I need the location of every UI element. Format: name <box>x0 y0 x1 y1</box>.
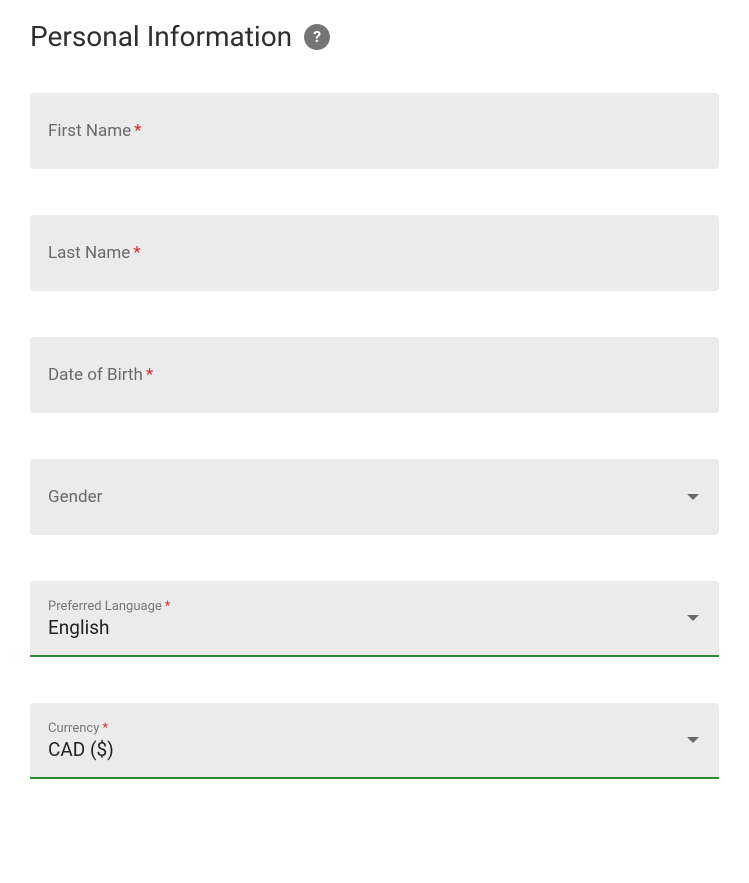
first-name-input[interactable]: First Name* <box>30 93 719 169</box>
help-icon[interactable]: ? <box>304 24 330 50</box>
required-mark: * <box>134 121 141 141</box>
currency-select[interactable]: Currency* CAD ($) <box>30 703 719 779</box>
gender-select[interactable]: Gender <box>30 459 719 535</box>
page-title: Personal Information <box>30 20 292 53</box>
currency-label: Currency* <box>48 721 108 736</box>
preferred-language-label: Preferred Language* <box>48 599 170 614</box>
currency-value: CAD ($) <box>48 738 114 761</box>
preferred-language-value: English <box>48 616 109 639</box>
preferred-language-select[interactable]: Preferred Language* English <box>30 581 719 657</box>
chevron-down-icon <box>687 615 699 621</box>
required-mark: * <box>133 243 140 263</box>
form-header: Personal Information ? <box>30 20 719 53</box>
gender-label: Gender <box>48 487 102 507</box>
required-mark: * <box>102 721 108 736</box>
chevron-down-icon <box>687 737 699 743</box>
last-name-label: Last Name* <box>48 243 141 263</box>
date-of-birth-label: Date of Birth* <box>48 365 153 385</box>
first-name-label: First Name* <box>48 121 141 141</box>
last-name-input[interactable]: Last Name* <box>30 215 719 291</box>
required-mark: * <box>165 599 171 614</box>
required-mark: * <box>146 365 153 385</box>
date-of-birth-input[interactable]: Date of Birth* <box>30 337 719 413</box>
chevron-down-icon <box>687 494 699 500</box>
